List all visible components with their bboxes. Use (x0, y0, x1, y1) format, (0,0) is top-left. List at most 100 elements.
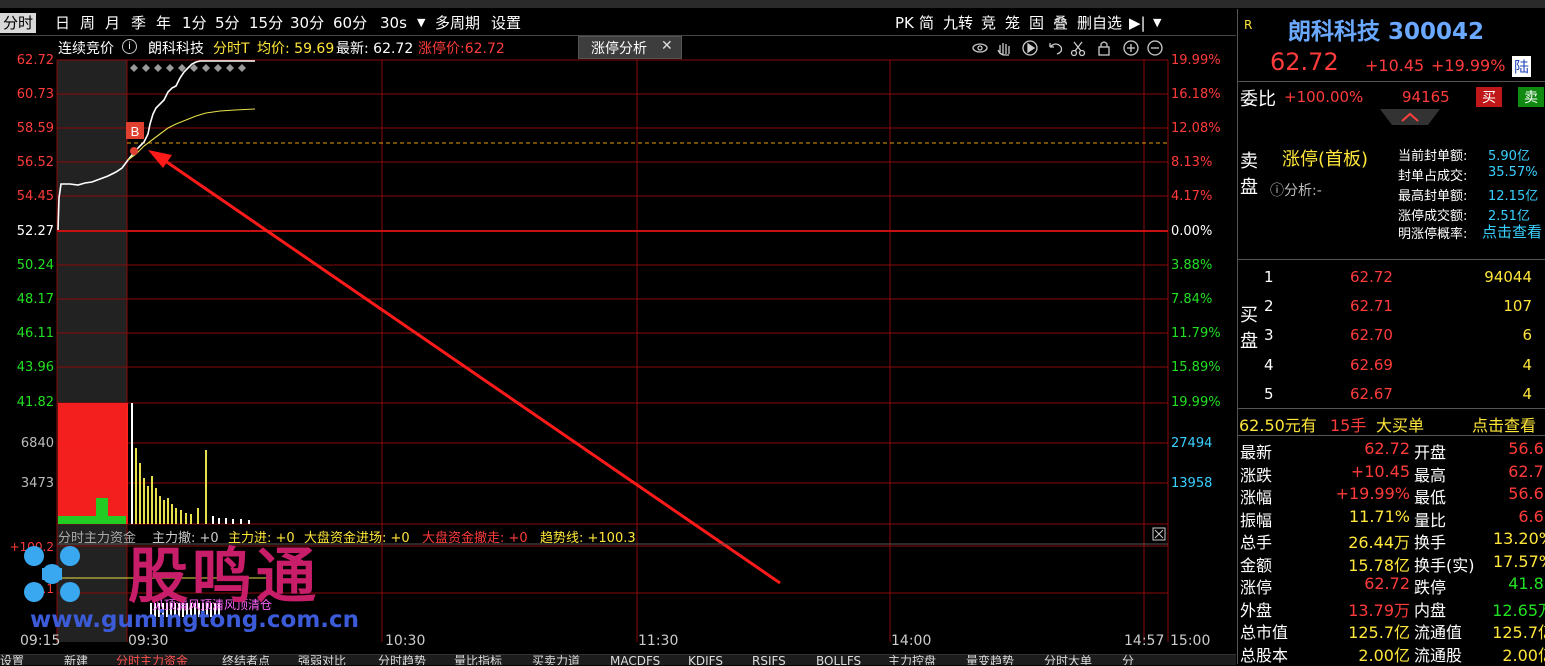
nine-turn-button[interactable]: 九转 (940, 13, 976, 33)
tab-5min[interactable]: 5分 (212, 13, 243, 33)
quote-label: 总市值 (1240, 623, 1289, 642)
quote-label: 最高 (1414, 465, 1447, 485)
quote-label: 流通股 (1414, 645, 1463, 665)
panel-toggle-icon[interactable]: ▶| (1126, 13, 1149, 33)
quote-value: 125.7亿 (1492, 623, 1545, 642)
price-axis-label: 41.82 (16, 395, 54, 410)
quote-row: 金额 15.78亿换手(实) 17.57% (1238, 552, 1545, 575)
quote-row: 振幅 11.71%量比 6.66 (1238, 507, 1545, 530)
hand-icon[interactable] (997, 43, 1010, 56)
quote-row: 外盘 13.79万内盘 12.65万 (1238, 597, 1545, 620)
bid-price[interactable]: 62.69 (1350, 356, 1393, 374)
multi-period-button[interactable]: 多周期 (432, 13, 483, 33)
seal-probability-link[interactable]: 点击查看 (1482, 221, 1542, 242)
top-menu-strip (0, 0, 1545, 8)
quote-row: 最新 62.72开盘 56.63 (1238, 439, 1545, 462)
tab-60min[interactable]: 60分 (330, 13, 370, 33)
tab-intraday[interactable]: 分时 (0, 13, 37, 33)
tab-15min[interactable]: 15分 (246, 13, 286, 33)
undo-icon[interactable] (1049, 43, 1063, 55)
eye-icon[interactable] (972, 43, 988, 53)
sell-button[interactable]: 卖 (1518, 87, 1544, 107)
volume-axis-label: 13958 (1171, 476, 1213, 491)
chevron-down-icon[interactable]: ▼ (414, 13, 428, 33)
quote-label: 振幅 (1240, 510, 1273, 530)
settings-button[interactable]: 设置 (488, 13, 524, 33)
tab-30min[interactable]: 30分 (287, 13, 327, 33)
collapse-chevron-icon[interactable] (1380, 109, 1440, 127)
zoom-in-icon[interactable] (1123, 40, 1139, 56)
pk-button[interactable]: PK (892, 13, 917, 33)
cage-button[interactable]: 笼 (1002, 13, 1023, 33)
seal-info-value: 35.57% (1488, 165, 1538, 180)
quote-label: 总股本 (1240, 645, 1289, 665)
bid-price[interactable]: 62.72 (1350, 268, 1393, 286)
fix-button[interactable]: 固 (1026, 13, 1047, 33)
big-order-label: 大买单 (1376, 416, 1425, 435)
quote-label: 跌停 (1414, 578, 1447, 597)
lock-icon[interactable] (1098, 41, 1110, 56)
price-axis-label: 43.96 (16, 360, 54, 375)
chevron-down-icon[interactable]: ▼ (1150, 13, 1164, 33)
bid-volume: 107 (1503, 297, 1532, 315)
buy-side-label: 买盘 (1240, 305, 1258, 352)
close-icon[interactable] (1154, 529, 1164, 539)
info-icon[interactable]: i (122, 39, 137, 54)
volume-axis-label: 3473 (20, 476, 54, 491)
time-axis-label: 14:57 (1124, 633, 1165, 649)
big-order-price: 62.50元有 (1239, 416, 1317, 435)
pct-axis-label: 4.17% (1171, 189, 1213, 204)
stock-title: 朗科科技 300042 (1288, 19, 1485, 45)
tab-week[interactable]: 周 (77, 13, 98, 33)
quote-row: 总市值125.7亿流通值125.7亿 (1238, 619, 1545, 642)
seal-info-label: 明涨停概率: (1398, 227, 1468, 242)
remove-watchlist-button[interactable]: 删自选 (1074, 13, 1125, 33)
quote-value: 62.72 (1364, 439, 1410, 458)
limit-status: 涨停(首板) (1282, 149, 1369, 170)
pct-axis-label: 7.84% (1171, 292, 1213, 307)
quote-value: 2.00亿 (1502, 645, 1545, 665)
big-order-link[interactable]: 点击查看 (1472, 412, 1536, 436)
zoom-out-icon[interactable] (1147, 40, 1163, 56)
quote-label: 涨跌 (1240, 465, 1273, 485)
price-axis-label: 48.17 (16, 292, 54, 307)
panel-badge: R (1244, 18, 1253, 32)
bid-level: 4 (1264, 356, 1274, 374)
big-order-qty: 15手 (1330, 416, 1367, 435)
buy-button[interactable]: 买 (1476, 87, 1502, 107)
quote-value: 12.65万 (1492, 600, 1545, 620)
tab-30s[interactable]: 30s (377, 13, 410, 33)
bid-price[interactable]: 62.71 (1350, 297, 1393, 315)
overlay-button[interactable]: 叠 (1050, 13, 1071, 33)
bid-price[interactable]: 62.67 (1350, 385, 1393, 403)
tab-day[interactable]: 日 (52, 13, 73, 33)
pct-axis-label: 3.88% (1171, 258, 1213, 273)
analysis-label[interactable]: ⓘ分析:- (1270, 180, 1322, 200)
watermark-brand: 股鸣通 (128, 542, 320, 612)
tab-quarter[interactable]: 季 (128, 13, 149, 33)
auction-button[interactable]: 竞 (978, 13, 999, 33)
close-icon[interactable]: ✕ (661, 38, 673, 54)
quote-row: 涨幅 +19.99%最低 56.60 (1238, 484, 1545, 507)
quote-row: 涨停 62.72跌停 41.82 (1238, 574, 1545, 597)
quote-value: 125.7亿 (1348, 623, 1410, 642)
seal-info-label: 封单占成交: (1398, 169, 1468, 184)
tab-year[interactable]: 年 (153, 13, 174, 33)
limit-up-analysis-tab[interactable]: 涨停分析 ✕ (578, 36, 682, 59)
stock-price: 62.72 (1270, 48, 1339, 76)
quote-label: 开盘 (1414, 443, 1447, 462)
tab-1min[interactable]: 1分 (179, 13, 210, 33)
simple-button[interactable]: 简 (916, 13, 937, 33)
play-icon[interactable] (1022, 40, 1038, 56)
period-toolbar: 分时 日 周 月 季 年 1分 5分 15分 30分 60分 30s ▼ 多周期… (0, 9, 1236, 36)
scissors-icon[interactable] (1070, 41, 1086, 57)
buy-signal-point (130, 147, 138, 155)
bid-volume: 4 (1522, 356, 1532, 374)
quote-value: +10.45 (1350, 461, 1410, 481)
bid-price[interactable]: 62.70 (1350, 326, 1393, 344)
time-axis-label: 09:30 (128, 633, 169, 649)
watermark-logo-icon (24, 546, 80, 602)
tab-month[interactable]: 月 (102, 13, 123, 33)
price-axis-label: 52.27 (16, 224, 54, 239)
chart-type-label[interactable]: 分时T (213, 38, 250, 58)
